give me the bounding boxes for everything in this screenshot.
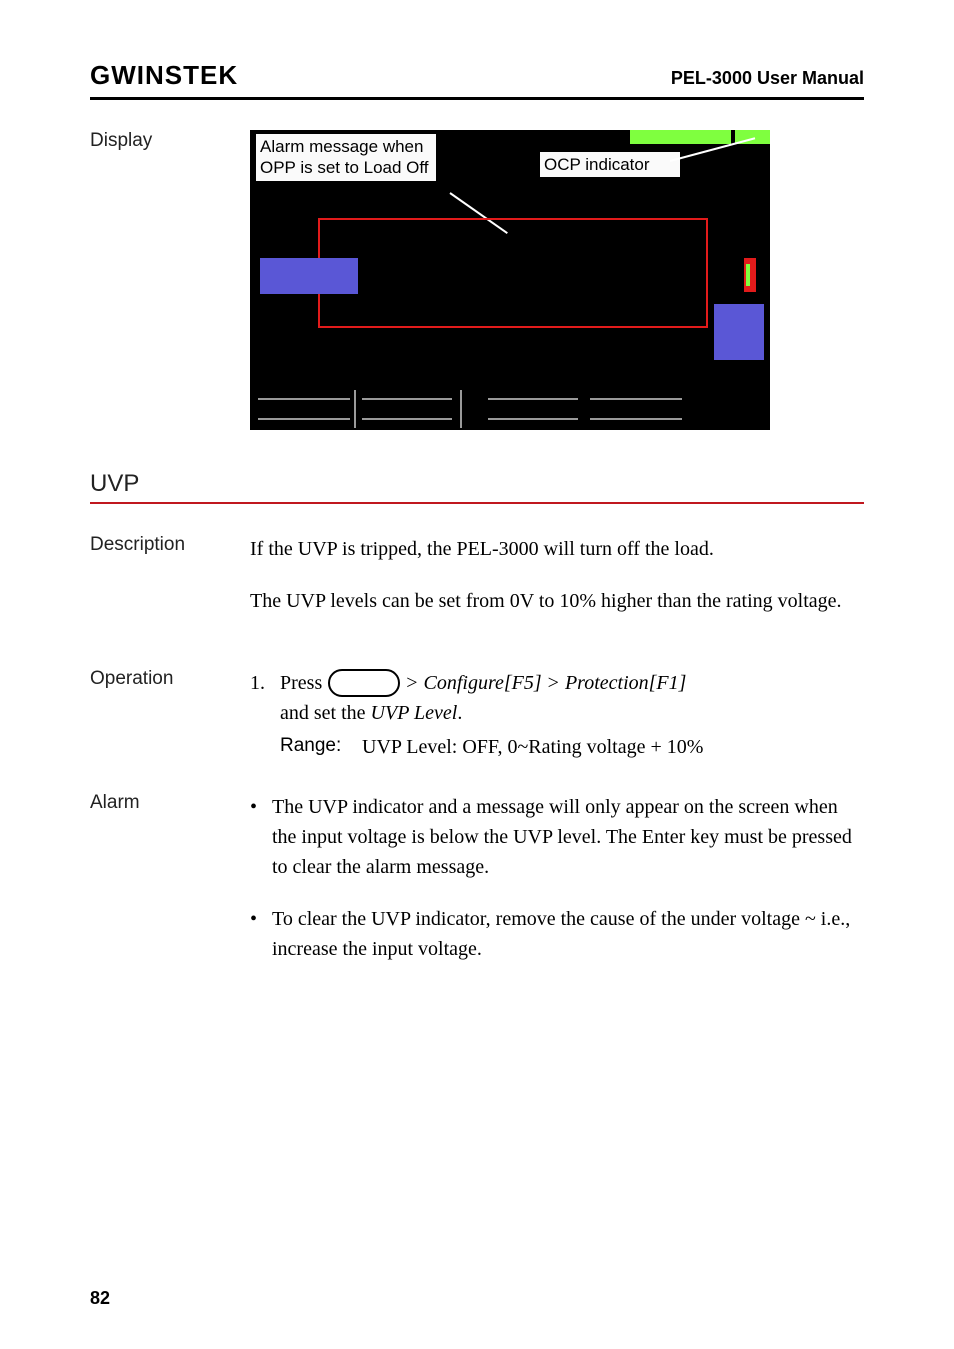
hardware-button-icon xyxy=(328,669,400,697)
logo-text: GWINSTEK xyxy=(90,60,238,90)
description-row: Description If the UVP is tripped, the P… xyxy=(90,534,864,638)
gt1: > xyxy=(406,668,417,698)
alarm-list: The UVP indicator and a message will onl… xyxy=(250,792,864,964)
set-line: and set the UVP Level. xyxy=(280,698,864,728)
display-diagram: Alarm message when OPP is set to Load Of… xyxy=(250,130,770,430)
operation-label: Operation xyxy=(90,668,250,690)
indicator-green-small xyxy=(746,264,750,286)
callout-arrow-2 xyxy=(670,160,760,190)
page-header: GWINSTEK PEL-3000 User Manual xyxy=(90,60,864,91)
alarm-row: Alarm The UVP indicator and a message wi… xyxy=(90,792,864,986)
display-section: Display Alarm message when OPP is set to… xyxy=(90,130,864,430)
alarm-bullet-2: To clear the UVP indicator, remove the c… xyxy=(250,904,864,964)
softkey-tab-2 xyxy=(362,398,452,420)
press-word: Press xyxy=(280,668,322,698)
operation-number: 1. xyxy=(250,668,280,762)
softkey-tab-1 xyxy=(258,398,350,420)
set-line-a: and set the xyxy=(280,702,366,724)
alarm-bullet-1: The UVP indicator and a message will onl… xyxy=(250,792,864,882)
range-label: Range: xyxy=(280,732,362,762)
menu-configure: Configure[F5] xyxy=(424,668,542,698)
alarm-frame xyxy=(318,218,708,328)
uvp-rule xyxy=(90,502,864,504)
ui-block-blue-2 xyxy=(714,304,764,360)
manual-title: PEL-3000 User Manual xyxy=(671,68,864,89)
display-content: Alarm message when OPP is set to Load Of… xyxy=(250,130,864,430)
display-label: Display xyxy=(90,130,250,152)
tab-divider-2 xyxy=(460,390,462,428)
operation-body: Press > Configure[F5] > Protection[F1] a… xyxy=(280,668,864,762)
softkey-tab-3 xyxy=(488,398,578,420)
tab-divider-1 xyxy=(354,390,356,428)
brand-logo: GWINSTEK xyxy=(90,60,238,91)
ui-block-blue-1 xyxy=(260,258,358,294)
alarm-content: The UVP indicator and a message will onl… xyxy=(250,792,864,986)
gt2: > xyxy=(548,668,559,698)
press-line: Press > Configure[F5] > Protection[F1] xyxy=(280,668,864,698)
callout-opp-alarm: Alarm message when OPP is set to Load Of… xyxy=(256,134,436,181)
header-rule xyxy=(90,97,864,100)
menu-protection: Protection[F1] xyxy=(565,668,686,698)
description-content: If the UVP is tripped, the PEL-3000 will… xyxy=(250,534,864,638)
range-value: UVP Level: OFF, 0~Rating voltage + 10% xyxy=(362,732,703,762)
page-number: 82 xyxy=(90,1288,110,1309)
indicator-bar-green xyxy=(630,130,770,144)
description-p2: The UVP levels can be set from 0V to 10%… xyxy=(250,586,864,616)
operation-step-1: 1. Press > Configure[F5] > Protection[F1… xyxy=(250,668,864,762)
description-p1: If the UVP is tripped, the PEL-3000 will… xyxy=(250,534,864,564)
operation-row: Operation 1. Press > Configure[F5] > Pro… xyxy=(90,668,864,762)
uvp-heading: UVP xyxy=(90,470,864,498)
set-line-c: . xyxy=(457,702,462,724)
callout-ocp-indicator: OCP indicator xyxy=(540,152,680,177)
softkey-tab-4 xyxy=(590,398,682,420)
description-label: Description xyxy=(90,534,250,556)
alarm-label: Alarm xyxy=(90,792,250,814)
operation-content: 1. Press > Configure[F5] > Protection[F1… xyxy=(250,668,864,762)
set-line-b: UVP Level xyxy=(371,702,458,724)
range-row: Range: UVP Level: OFF, 0~Rating voltage … xyxy=(280,732,864,762)
